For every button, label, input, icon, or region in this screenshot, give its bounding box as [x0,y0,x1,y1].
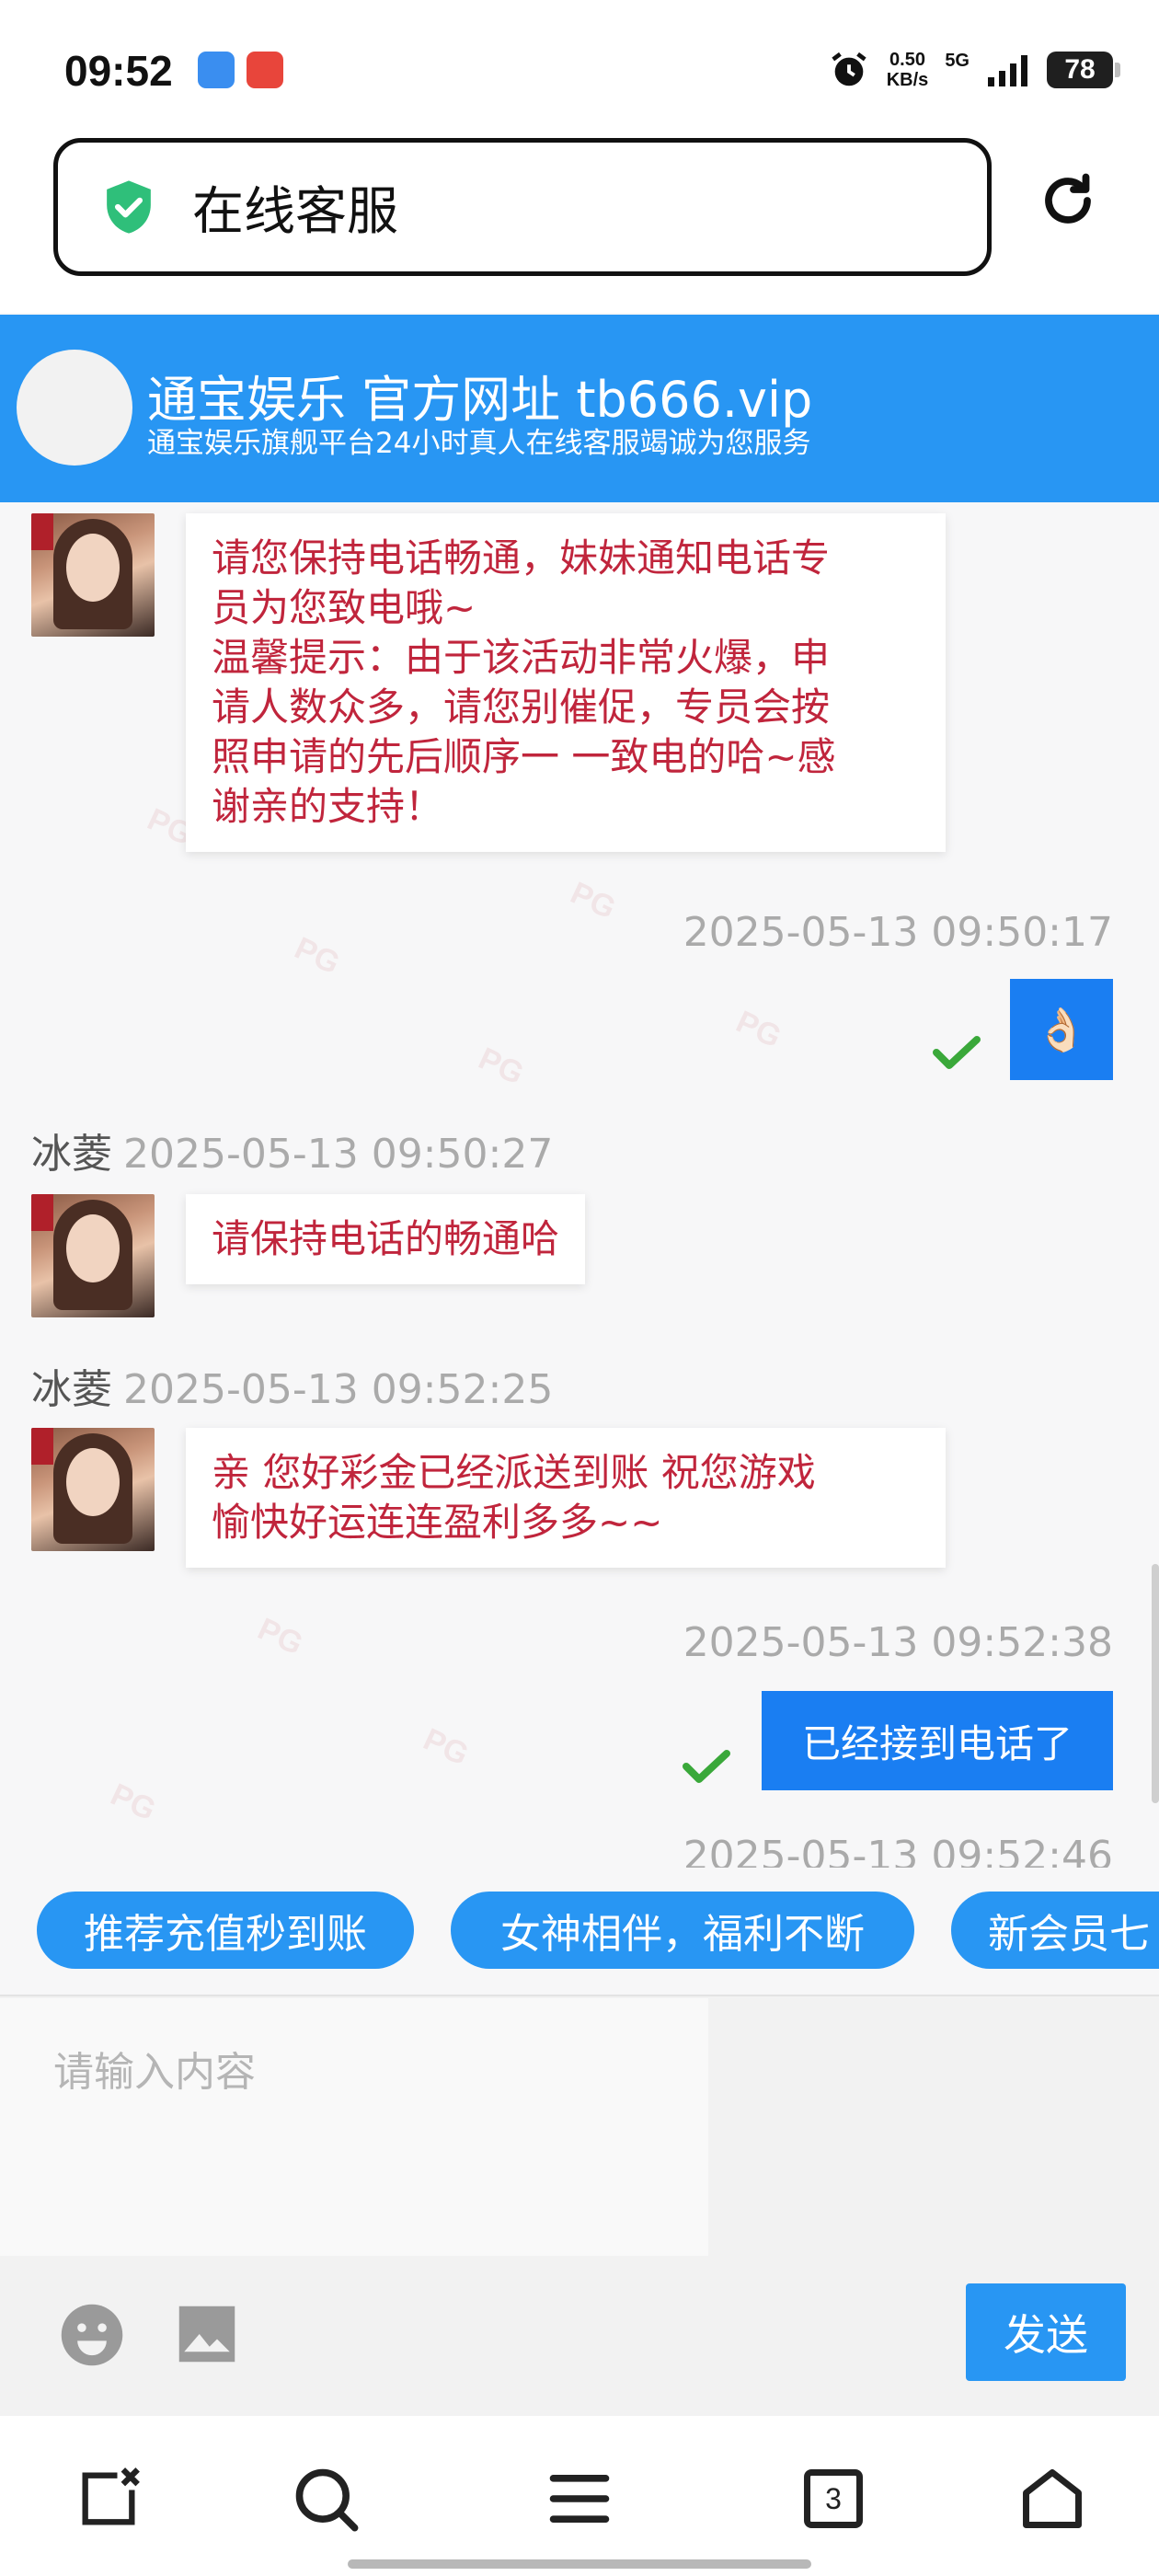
network-type: 5G [945,50,970,71]
message-timestamp: 2025-05-13 09:52:38 [683,1619,1113,1666]
close-tab-icon[interactable] [74,2464,143,2534]
agent-avatar [31,1428,155,1551]
sender-name: 冰菱 [31,1131,112,1178]
chat-scrollbar[interactable] [1152,1564,1159,1803]
browser-bottom-nav: 3 [0,2416,1159,2576]
message-text: 👌🏻 [1035,1004,1088,1054]
input-placeholder: 请输入内容 [53,2049,256,2096]
message-line: 请您保持电话畅通，妹妹通知电话专 [212,535,831,581]
agent-avatar [31,1194,155,1317]
menu-icon[interactable] [545,2464,614,2534]
agent-message-bubble: 亲 您好彩金已经派送到账 祝您游戏 愉快好运连连盈利多多~~ [186,1428,946,1568]
gesture-home-bar[interactable] [348,2559,811,2569]
net-speed: 0.50 KB/s [887,50,929,90]
shield-check-icon [107,180,151,234]
message-line: 亲 您好彩金已经派送到账 祝您游戏 [212,1450,816,1495]
browser-toolbar: 在线客服 [0,129,1159,313]
user-message-bubble: 👌🏻 [1010,979,1113,1080]
user-message-bubble: 已经接到电话了 [762,1691,1113,1790]
agent-message-bubble: 请您保持电话畅通，妹妹通知电话专 员为您致电哦~ 温馨提示：由于该活动非常火爆，… [186,513,946,852]
delivered-check-icon [933,1036,981,1069]
message-line: 员为您致电哦~ [212,585,476,630]
image-upload-icon[interactable] [177,2304,237,2364]
quick-reply-chip[interactable]: 女神相伴，福利不断 [451,1892,914,1969]
message-timestamp: 2025-05-13 09:50:27 [123,1131,554,1178]
signal-icon [988,55,1027,86]
chat-messages[interactable]: 请您保持电话畅通，妹妹通知电话专 员为您致电哦~ 温馨提示：由于该活动非常火爆，… [0,502,1159,1868]
message-line: 请保持电话的畅通哈 [212,1216,560,1261]
quick-replies: 推荐充值秒到账 女神相伴，福利不断 新会员七 [0,1868,1159,1996]
search-icon[interactable] [291,2464,361,2534]
message-line: 谢亲的支持！ [212,784,444,829]
message-line: 愉快好运连连盈利多多~~ [212,1500,663,1545]
status-bar: 09:52 0.50 KB/s 5G 78 [0,0,1159,138]
emoji-icon[interactable] [57,2300,127,2370]
net-speed-value: 0.50 [889,50,925,70]
quick-reply-chip[interactable]: 新会员七 [951,1892,1159,1969]
net-speed-unit: KB/s [886,70,929,90]
sender-line: 冰菱 2025-05-13 09:52:25 [31,1356,553,1415]
status-indicators: 0.50 KB/s 5G 78 [828,44,1120,96]
status-time: 09:52 [64,47,173,95]
message-line: 照申请的先后顺序一 一致电的哈~感 [212,734,836,779]
tab-count: 3 [825,2481,842,2515]
delivered-check-icon [683,1750,730,1783]
message-composer: 请输入内容 发送 [0,1995,1159,2416]
message-timestamp: 2025-05-13 09:50:17 [683,909,1113,956]
chat-header: 通宝娱乐 官方网址 tb666.vip 通宝娱乐旗舰平台24小时真人在线客服竭诚… [0,315,1159,502]
message-timestamp: 2025-05-13 09:52:25 [123,1366,554,1413]
agent-avatar [31,513,155,637]
sender-name: 冰菱 [31,1366,112,1413]
message-input[interactable]: 请输入内容 [0,1998,708,2256]
alarm-icon [832,52,866,86]
message-text: 已经接到电话了 [801,1720,1073,1766]
message-timestamp: 2025-05-13 09:52:46 [683,1833,1113,1868]
agent-message-bubble: 请保持电话的畅通哈 [186,1194,586,1284]
quick-reply-chip[interactable]: 推荐充值秒到账 [37,1892,414,1969]
chat-header-subtitle: 通宝娱乐旗舰平台24小时真人在线客服竭诚为您服务 [147,427,811,460]
page-title: 在线客服 [192,181,398,242]
sender-line: 冰菱 2025-05-13 09:50:27 [31,1121,553,1179]
app-notification-icon [247,52,283,88]
home-icon[interactable] [1017,2464,1087,2534]
address-bar[interactable]: 在线客服 [53,138,992,276]
send-button[interactable]: 发送 [966,2283,1126,2381]
battery-indicator: 78 [1047,52,1120,88]
app-notification-icon [198,52,235,88]
message-line: 请人数众多，请您别催促，专员会按 [212,684,831,730]
tabs-button[interactable]: 3 [798,2464,868,2534]
refresh-icon[interactable] [1035,167,1101,234]
service-avatar [17,350,132,466]
message-line: 温馨提示：由于该活动非常火爆，申 [212,635,831,680]
